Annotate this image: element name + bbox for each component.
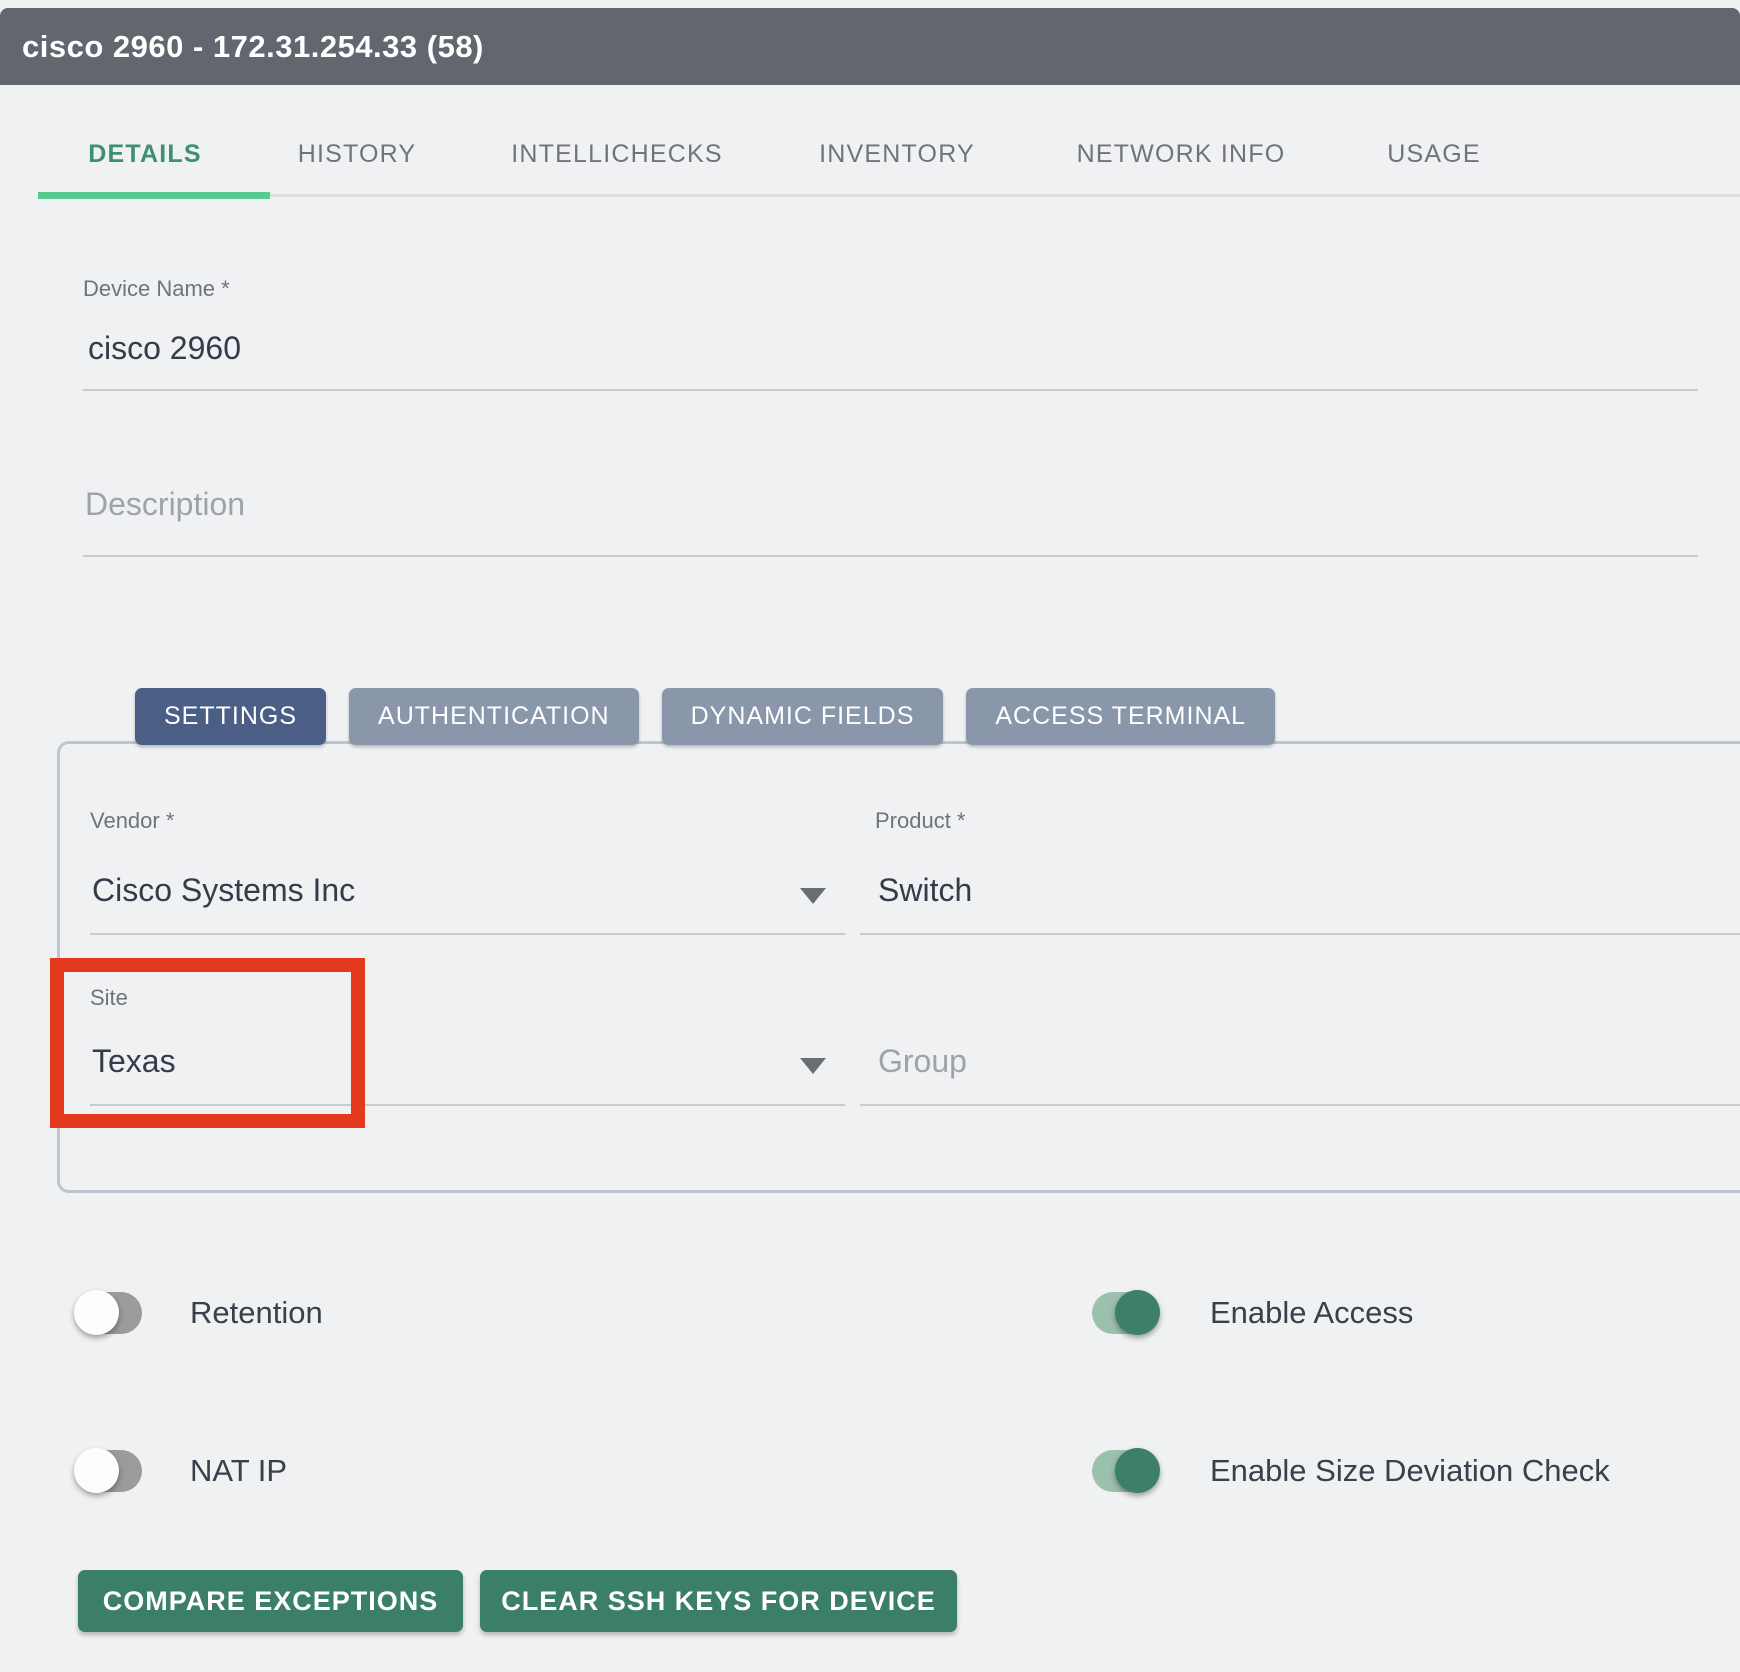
compare-exceptions-button[interactable]: COMPARE EXCEPTIONS — [78, 1570, 463, 1632]
window-titlebar: cisco 2960 - 172.31.254.33 (58) — [0, 8, 1740, 85]
device-name-underline — [83, 389, 1698, 391]
group-underline — [860, 1104, 1740, 1106]
description-underline — [83, 555, 1698, 557]
toggle-knob — [74, 1290, 119, 1335]
retention-toggle[interactable] — [78, 1292, 142, 1334]
tab-usage[interactable]: USAGE — [1387, 140, 1481, 169]
tab-network-info[interactable]: NETWORK INFO — [1077, 140, 1286, 169]
tab-divider-line — [270, 194, 1740, 197]
subtab-dynamic-fields[interactable]: DYNAMIC FIELDS — [662, 688, 944, 745]
tab-details[interactable]: DETAILS — [88, 140, 202, 169]
description-input[interactable]: Description — [85, 486, 245, 523]
site-dropdown-arrow-icon[interactable] — [800, 1058, 826, 1074]
site-underline — [90, 1104, 845, 1106]
nat-ip-toggle[interactable] — [78, 1450, 142, 1492]
tab-history[interactable]: HISTORY — [298, 140, 417, 169]
product-select[interactable]: Switch — [878, 872, 972, 909]
device-name-label: Device Name * — [83, 276, 230, 302]
active-tab-indicator — [38, 192, 270, 199]
product-label: Product * — [875, 808, 966, 834]
subtab-settings[interactable]: SETTINGS — [135, 688, 326, 745]
subtab-access-terminal[interactable]: ACCESS TERMINAL — [966, 688, 1275, 745]
device-name-input[interactable]: cisco 2960 — [88, 330, 241, 367]
toggle-knob — [1115, 1290, 1160, 1335]
enable-access-toggle[interactable] — [1092, 1292, 1156, 1334]
toggle-knob — [74, 1448, 119, 1493]
subtab-authentication[interactable]: AUTHENTICATION — [349, 688, 639, 745]
product-underline — [860, 933, 1740, 935]
tab-inventory[interactable]: INVENTORY — [819, 140, 975, 169]
settings-subtab-bar: SETTINGS AUTHENTICATION DYNAMIC FIELDS A… — [135, 688, 1275, 745]
group-select[interactable]: Group — [878, 1043, 967, 1080]
tab-intellichecks[interactable]: INTELLICHECKS — [511, 140, 723, 169]
nat-ip-label: NAT IP — [190, 1450, 287, 1492]
enable-access-label: Enable Access — [1210, 1292, 1413, 1334]
site-select[interactable]: Texas — [92, 1043, 176, 1080]
vendor-select[interactable]: Cisco Systems Inc — [92, 872, 355, 909]
clear-ssh-keys-button[interactable]: CLEAR SSH KEYS FOR DEVICE — [480, 1570, 957, 1632]
vendor-underline — [90, 933, 845, 935]
window-title: cisco 2960 - 172.31.254.33 (58) — [22, 29, 484, 65]
enable-size-deviation-check-label: Enable Size Deviation Check — [1210, 1450, 1610, 1492]
vendor-label: Vendor * — [90, 808, 174, 834]
site-label: Site — [90, 985, 128, 1011]
enable-size-deviation-check-toggle[interactable] — [1092, 1450, 1156, 1492]
vendor-dropdown-arrow-icon[interactable] — [800, 888, 826, 904]
retention-label: Retention — [190, 1292, 323, 1334]
toggle-knob — [1115, 1448, 1160, 1493]
